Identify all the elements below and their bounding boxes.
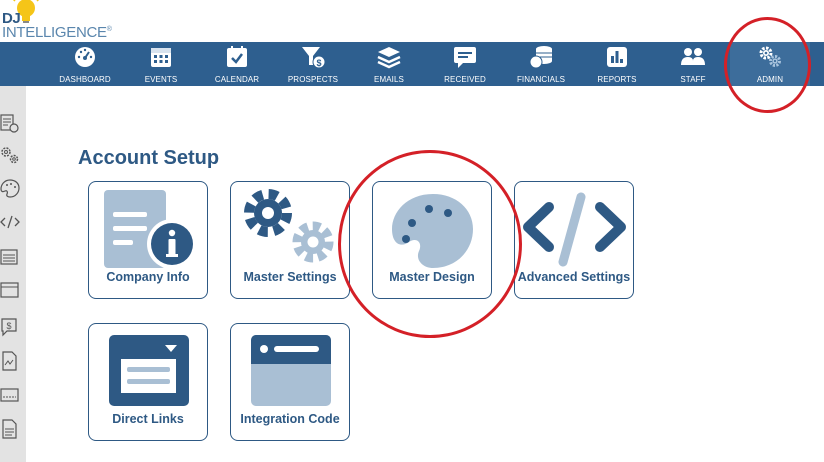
svg-text:$: $ (316, 58, 321, 68)
events-grid-icon (151, 48, 171, 67)
coins-icon (529, 46, 552, 69)
sidebar-master-settings-icon[interactable] (0, 144, 20, 166)
tile-label: Master Settings (243, 270, 337, 284)
window-menu-icon (109, 335, 189, 406)
code-brackets-icon (523, 192, 626, 267)
svg-text:$: $ (6, 321, 11, 331)
brand-logo[interactable]: DJ INTELLIGENCE® (0, 0, 120, 42)
sidebar-advanced-settings-icon[interactable] (0, 211, 20, 233)
sidebar-document-chart-icon[interactable] (0, 350, 20, 372)
sidebar-direct-links-icon[interactable] (0, 246, 20, 268)
tile-direct-links[interactable]: Direct Links (88, 323, 208, 441)
nav-received[interactable]: RECEIVED (435, 42, 495, 86)
tile-master-design[interactable]: Master Design (372, 181, 492, 299)
sidebar-dollar-chat-icon[interactable]: $ (0, 316, 20, 338)
tile-label: Company Info (106, 270, 190, 284)
nav-events[interactable]: EVENTS (131, 42, 191, 86)
tile-integration-code[interactable]: Integration Code (230, 323, 350, 441)
top-nav-bar: DASHBOARD EVENTS CALENDAR $ PROSPECTS EM… (0, 42, 824, 86)
dashboard-gauge-icon (75, 47, 95, 67)
bar-chart-icon (607, 47, 627, 67)
browser-window-icon (251, 335, 331, 406)
left-sidebar: $ (0, 86, 26, 462)
funnel-dollar-icon: $ (302, 47, 325, 69)
tile-label: Master Design (389, 270, 475, 284)
tile-advanced-settings[interactable]: Advanced Settings (514, 181, 634, 299)
gears-icon (759, 46, 781, 67)
gears-icon (244, 189, 334, 263)
layers-icon (377, 47, 401, 69)
nav-reports[interactable]: REPORTS (587, 42, 647, 86)
nav-prospects[interactable]: $ PROSPECTS (283, 42, 343, 86)
chat-bubble-icon (454, 47, 476, 68)
sidebar-master-design-icon[interactable] (0, 177, 20, 199)
palette-icon (392, 194, 473, 268)
brand-intelligence: INTELLIGENCE® (2, 24, 112, 41)
tile-label: Integration Code (240, 412, 340, 426)
nav-dashboard[interactable]: DASHBOARD (55, 42, 115, 86)
sidebar-card-icon[interactable] (0, 384, 20, 406)
tile-company-info[interactable]: Company Info (88, 181, 208, 299)
sidebar-integration-code-icon[interactable] (0, 279, 20, 301)
sidebar-company-info-icon[interactable] (0, 112, 20, 134)
nav-financials[interactable]: FINANCIALS (511, 42, 571, 86)
tile-label: Direct Links (112, 412, 184, 426)
nav-emails[interactable]: EMAILS (359, 42, 419, 86)
nav-staff[interactable]: STAFF (663, 42, 723, 86)
nav-admin[interactable]: ADMIN (730, 42, 810, 86)
company-info-icon (104, 190, 197, 269)
people-icon (681, 48, 705, 65)
page-title: Account Setup (78, 147, 220, 169)
tile-master-settings[interactable]: Master Settings (230, 181, 350, 299)
tile-label: Advanced Settings (517, 270, 631, 284)
calendar-check-icon (227, 46, 247, 67)
sidebar-document-icon[interactable] (0, 418, 20, 440)
nav-calendar[interactable]: CALENDAR (207, 42, 267, 86)
